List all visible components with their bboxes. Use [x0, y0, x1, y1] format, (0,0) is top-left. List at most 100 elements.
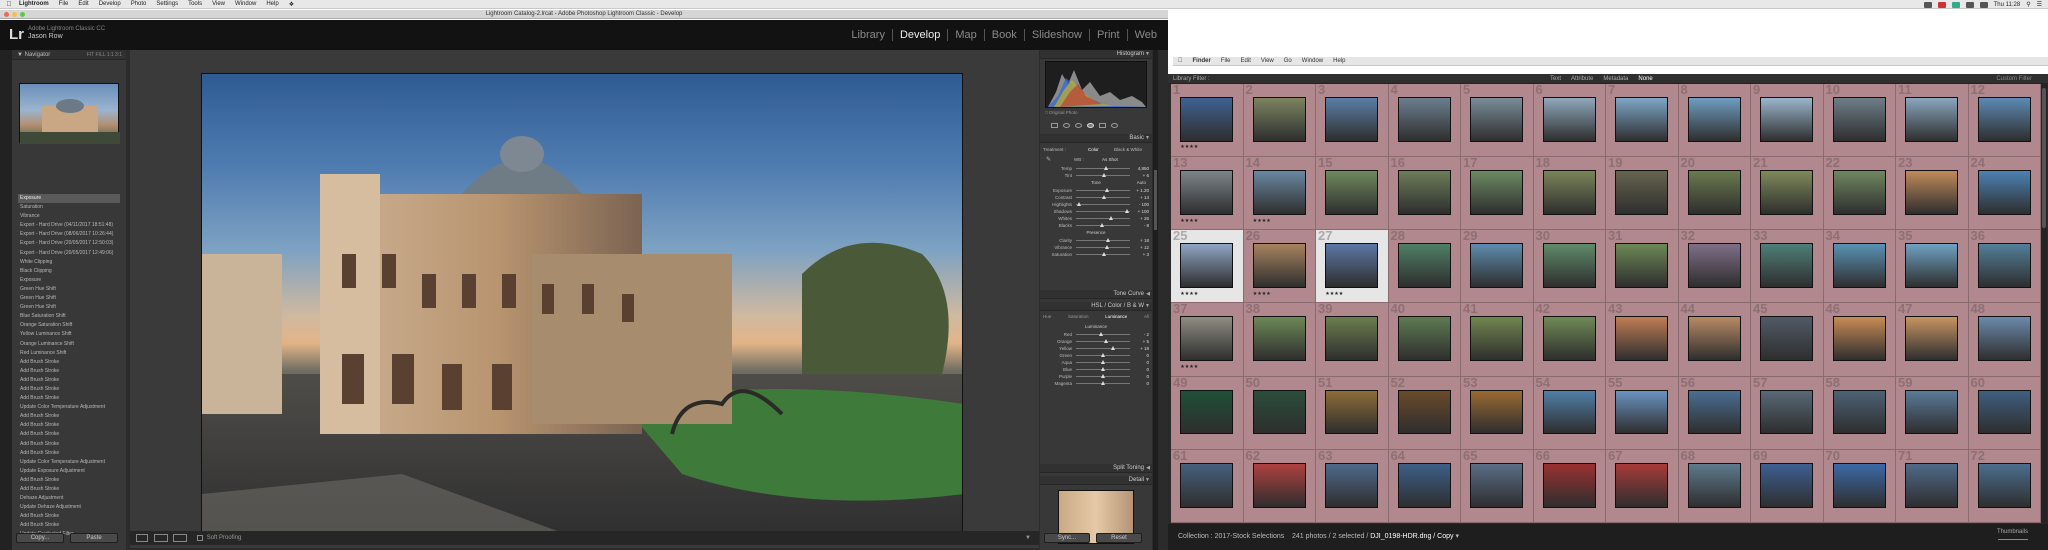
photo-thumbnail[interactable] [1615, 170, 1669, 215]
photo-thumbnail[interactable] [1470, 170, 1524, 215]
grid-cell[interactable]: 47 [1896, 303, 1969, 377]
minimize-window-button[interactable] [12, 12, 17, 17]
grid-cell[interactable]: 21 [1751, 157, 1824, 231]
finder-app-name[interactable]: Finder [1193, 58, 1211, 64]
graduated-filter-icon[interactable] [1087, 122, 1094, 128]
finder-menu-edit[interactable]: Edit [1241, 58, 1251, 64]
slider-value[interactable]: + 6 [1143, 172, 1149, 179]
module-map[interactable]: Map [948, 29, 985, 41]
history-item[interactable]: Yellow Luminance Shift [18, 330, 120, 339]
grid-cell[interactable]: 18 [1533, 157, 1606, 231]
menu-file[interactable]: File [59, 1, 69, 7]
scrollbar-thumb[interactable] [2042, 88, 2046, 228]
grid-cell[interactable]: 40 [1388, 303, 1461, 377]
photo-thumbnail[interactable] [1615, 243, 1669, 289]
photo-thumbnail[interactable] [1325, 462, 1379, 508]
photo-thumbnail[interactable] [1905, 243, 1959, 289]
photo-thumbnail[interactable] [1977, 389, 2031, 435]
photo-thumbnail[interactable] [1180, 243, 1234, 289]
module-library[interactable]: Library [844, 29, 893, 41]
photo-thumbnail[interactable] [1760, 462, 1814, 508]
grid-cell[interactable]: 2 [1243, 84, 1316, 158]
history-item[interactable]: Add Brush Stroke [18, 449, 120, 458]
grid-cell[interactable]: 24 [1968, 157, 2041, 231]
grid-cell[interactable]: 62 [1243, 449, 1316, 523]
slider-whites[interactable]: Whites + 26 [1040, 215, 1152, 222]
history-item[interactable]: Export - Hard Drive (20/05/2017 12:49:06… [18, 249, 120, 258]
thumbnail-size-slider[interactable] [1998, 538, 2028, 540]
spot-removal-icon[interactable] [1063, 122, 1070, 128]
grid-cell[interactable]: 20 [1678, 157, 1751, 231]
main-photo[interactable] [201, 73, 963, 539]
toolbar-menu-icon[interactable]: ▼ [1025, 531, 1031, 545]
photo-thumbnail[interactable] [1252, 96, 1306, 142]
tone-curve-header[interactable]: Tone Curve ◀ [1040, 290, 1152, 299]
history-item[interactable]: Add Brush Stroke [18, 476, 120, 485]
history-item[interactable]: Add Brush Stroke [18, 412, 120, 421]
photo-thumbnail[interactable] [1397, 316, 1451, 362]
histogram-header[interactable]: Histogram ▼ [1040, 50, 1152, 59]
slider-knob[interactable] [1103, 166, 1108, 170]
treatment-color[interactable]: Color [1088, 145, 1099, 154]
grid-cell[interactable]: 69 [1751, 449, 1824, 523]
treatment-bw[interactable]: Black & White [1114, 145, 1142, 154]
slider-tint[interactable]: Tint + 6 [1040, 172, 1152, 179]
slider-value[interactable]: + 5 [1143, 338, 1149, 345]
grid-cell[interactable]: 33 [1751, 230, 1824, 304]
grid-cell[interactable]: 13 ★★★★ [1171, 157, 1244, 231]
slider-value[interactable]: 0 [1146, 366, 1149, 373]
slider-value[interactable]: 0 [1146, 359, 1149, 366]
slider-value[interactable]: + 18 [1140, 237, 1149, 244]
grid-cell[interactable]: 53 [1461, 376, 1534, 450]
filter-tab-none[interactable]: None [1638, 74, 1652, 84]
slider-blacks[interactable]: Blacks - 8 [1040, 222, 1152, 229]
grid-cell[interactable]: 1 ★★★★ [1171, 84, 1244, 158]
auto-tone-button[interactable]: Auto [1137, 179, 1146, 187]
photo-thumbnail[interactable] [1252, 170, 1306, 215]
navigator-preview[interactable] [19, 83, 120, 144]
apple-icon[interactable]:  [4, 1, 14, 8]
grid-cell[interactable]: 9 [1751, 84, 1824, 158]
photo-thumbnail[interactable] [1397, 462, 1451, 508]
grid-cell[interactable]: 17 [1461, 157, 1534, 231]
grid-cell[interactable]: 50 [1243, 376, 1316, 450]
slider-purple[interactable]: Purple 0 [1040, 373, 1152, 380]
photo-thumbnail[interactable] [1180, 389, 1234, 435]
rating-stars[interactable]: ★★★★ [1325, 291, 1343, 297]
photo-thumbnail[interactable] [1180, 170, 1234, 215]
grid-cell[interactable]: 37 ★★★★ [1171, 303, 1244, 377]
grid-cell[interactable]: 55 [1606, 376, 1679, 450]
navigator-header[interactable]: ▼ Navigator FIT FILL 1:1 3:1 [12, 50, 126, 60]
hsl-header[interactable]: HSL / Color / B & W ▼ [1040, 302, 1152, 311]
hsl-tab-all[interactable]: All [1144, 314, 1149, 322]
slider-value[interactable]: - 8 [1144, 222, 1149, 229]
finder-menu-help[interactable]: Help [1333, 58, 1345, 64]
left-panel-toggle[interactable] [0, 50, 12, 550]
copy-button[interactable]: Copy... [16, 533, 64, 543]
grid-cell[interactable]: 60 [1968, 376, 2041, 450]
history-item[interactable]: Update Color Temperature Adjustment [18, 458, 120, 467]
photo-thumbnail[interactable] [1325, 316, 1379, 362]
photo-thumbnail[interactable] [1325, 389, 1379, 435]
photo-thumbnail[interactable] [1687, 170, 1741, 215]
grid-cell[interactable]: 38 [1243, 303, 1316, 377]
slider-knob[interactable] [1099, 332, 1104, 336]
slider-red[interactable]: Red - 2 [1040, 331, 1152, 338]
history-item[interactable]: Add Brush Stroke [18, 512, 120, 521]
search-icon[interactable]: ⚲ [2026, 1, 2030, 8]
grid-cell[interactable]: 45 [1751, 303, 1824, 377]
photo-thumbnail[interactable] [1542, 462, 1596, 508]
history-item[interactable]: Exposure [18, 194, 120, 204]
photo-thumbnail[interactable] [1687, 389, 1741, 435]
photo-thumbnail[interactable] [1977, 96, 2031, 142]
zoom-options[interactable]: FIT FILL 1:1 3:1 [87, 50, 122, 60]
sync-button[interactable]: Sync... [1044, 533, 1090, 543]
history-item[interactable]: Red Luminance Shift [18, 349, 120, 358]
slider-track[interactable] [1076, 247, 1130, 248]
script-icon[interactable]: ❖ [289, 1, 294, 8]
slider-clarity[interactable]: Clarity + 18 [1040, 237, 1152, 244]
history-item[interactable]: Add Brush Stroke [18, 521, 120, 530]
finder-menu-file[interactable]: File [1221, 58, 1231, 64]
slider-shadows[interactable]: Shadows + 100 [1040, 208, 1152, 215]
history-item[interactable]: White Clipping [18, 258, 120, 267]
